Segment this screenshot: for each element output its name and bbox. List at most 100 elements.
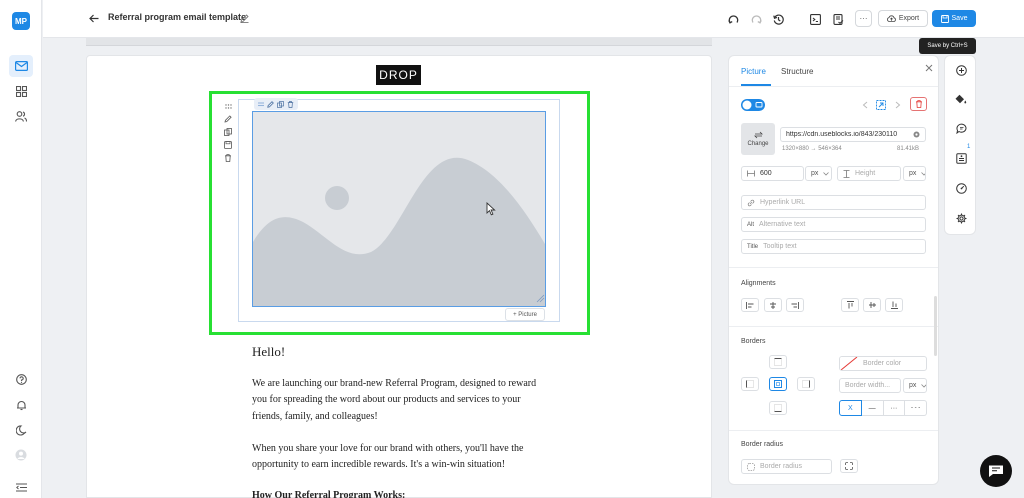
export-button[interactable]: Export xyxy=(878,10,928,27)
border-right-icon xyxy=(802,380,810,388)
users-nav-button[interactable] xyxy=(9,105,33,127)
duplicate-picture-icon[interactable] xyxy=(277,100,284,108)
picture-block-tag[interactable]: + Picture xyxy=(505,308,545,321)
tab-structure[interactable]: Structure xyxy=(781,67,813,76)
redo-button[interactable] xyxy=(749,12,763,26)
border-style-none-button[interactable]: X xyxy=(839,400,862,416)
border-bottom-button[interactable] xyxy=(769,401,787,415)
visibility-toggle[interactable] xyxy=(741,99,765,111)
add-block-button[interactable] xyxy=(953,62,969,78)
close-panel-button[interactable] xyxy=(925,64,933,72)
edit-picture-icon[interactable] xyxy=(267,100,274,108)
undo-button[interactable] xyxy=(726,12,740,26)
templates-nav-button[interactable] xyxy=(9,80,33,102)
back-button[interactable] xyxy=(88,12,100,24)
height-unit-select[interactable]: px xyxy=(903,166,926,181)
change-image-button[interactable]: Change xyxy=(741,123,775,155)
email-nav-button[interactable] xyxy=(9,55,33,77)
comments-button[interactable] xyxy=(953,120,969,136)
tab-picture[interactable]: Picture xyxy=(741,67,766,76)
next-element-button[interactable] xyxy=(895,101,901,109)
more-button[interactable]: ··· xyxy=(855,10,872,27)
border-color-placeholder: Border color xyxy=(863,360,902,367)
image-settings-icon[interactable] xyxy=(913,131,920,138)
select-parent-icon xyxy=(876,100,886,110)
border-style-solid-button[interactable]: — xyxy=(861,400,884,416)
drag-handle-icon[interactable] xyxy=(224,103,232,110)
border-color-input[interactable]: Border color xyxy=(839,356,927,371)
align-bottom-icon xyxy=(890,301,898,309)
align-center-button[interactable] xyxy=(764,298,782,312)
width-unit-select[interactable]: px xyxy=(805,166,832,181)
plus-circle-icon xyxy=(955,64,967,76)
delete-element-button[interactable] xyxy=(910,97,927,111)
chevron-right-icon xyxy=(895,101,901,109)
border-bottom-icon xyxy=(774,404,782,412)
undo-icon xyxy=(727,14,739,25)
image-url-input[interactable]: https://cdn.useblocks.io/843/230110 xyxy=(780,127,926,142)
border-radius-placeholder: Border radius xyxy=(760,463,803,470)
image-placeholder[interactable] xyxy=(252,111,546,307)
align-right-button[interactable] xyxy=(786,298,804,312)
border-style-dashed-button[interactable]: - - - xyxy=(905,400,927,416)
height-input[interactable]: Height xyxy=(837,166,901,181)
speedometer-icon xyxy=(955,182,967,194)
brand-logo[interactable]: DROP xyxy=(376,65,421,85)
align-middle-button[interactable] xyxy=(863,298,881,312)
rename-button[interactable] xyxy=(239,13,249,23)
performance-button[interactable] xyxy=(953,180,969,196)
individual-corners-button[interactable] xyxy=(840,459,858,473)
drag-handle-icon[interactable] xyxy=(258,101,264,107)
notifications-button[interactable] xyxy=(9,394,33,416)
border-left-button[interactable] xyxy=(741,377,759,391)
test-email-button[interactable] xyxy=(831,12,845,26)
profile-avatar[interactable] xyxy=(9,444,33,466)
border-style-group: X — ··· - - - xyxy=(839,400,927,416)
duplicate-block-icon[interactable] xyxy=(224,128,232,136)
align-top-button[interactable] xyxy=(841,298,859,312)
left-sidebar: MP xyxy=(0,0,42,498)
app-logo[interactable]: MP xyxy=(12,12,30,30)
select-parent-button[interactable] xyxy=(876,100,886,110)
height-placeholder: Height xyxy=(855,170,876,177)
delete-picture-icon[interactable] xyxy=(287,100,294,108)
border-width-unit-select[interactable]: px xyxy=(903,378,927,393)
moon-icon xyxy=(15,424,27,436)
align-bottom-button[interactable] xyxy=(885,298,903,312)
chevron-left-icon xyxy=(862,101,868,109)
align-left-button[interactable] xyxy=(741,298,759,312)
width-value: 600 xyxy=(760,170,772,177)
width-input[interactable]: 600 xyxy=(741,166,804,181)
help-button[interactable] xyxy=(9,368,33,390)
height-icon xyxy=(843,169,850,178)
history-button[interactable] xyxy=(771,12,785,26)
align-center-icon xyxy=(769,301,777,309)
title-text-input[interactable]: Title Tooltip text xyxy=(741,239,926,254)
support-chat-button[interactable] xyxy=(980,455,1012,487)
border-radius-input[interactable]: Border radius xyxy=(741,459,832,474)
border-top-button[interactable] xyxy=(769,355,787,369)
previous-element-button[interactable] xyxy=(862,101,868,109)
theme-toggle-button[interactable] xyxy=(9,419,33,441)
edit-block-icon[interactable] xyxy=(224,115,232,123)
save-button[interactable]: Save xyxy=(932,10,976,27)
border-width-input[interactable]: Border width... xyxy=(839,378,901,393)
settings-button[interactable] xyxy=(953,210,969,226)
benefit-paragraph: When you share your love for our brand w… xyxy=(252,443,524,471)
modules-button[interactable] xyxy=(953,150,969,166)
save-module-icon[interactable] xyxy=(224,141,232,150)
appearance-button[interactable] xyxy=(953,91,969,107)
code-view-button[interactable] xyxy=(808,12,822,26)
collapse-sidebar-button[interactable] xyxy=(9,476,33,498)
border-style-dotted-button[interactable]: ··· xyxy=(883,400,906,416)
delete-block-icon[interactable] xyxy=(224,154,232,163)
border-all-button[interactable] xyxy=(769,377,787,391)
alt-text-input[interactable]: Alt Alternative text xyxy=(741,217,926,232)
block-toolbar xyxy=(220,99,236,167)
border-right-button[interactable] xyxy=(797,377,815,391)
panel-scrollbar[interactable] xyxy=(934,296,937,356)
hyperlink-input[interactable]: Hyperlink URL xyxy=(741,195,926,210)
settings-panel: Picture Structure Change https://cdn.use… xyxy=(728,55,939,485)
hyperlink-placeholder: Hyperlink URL xyxy=(760,199,806,206)
swap-icon xyxy=(753,131,763,139)
